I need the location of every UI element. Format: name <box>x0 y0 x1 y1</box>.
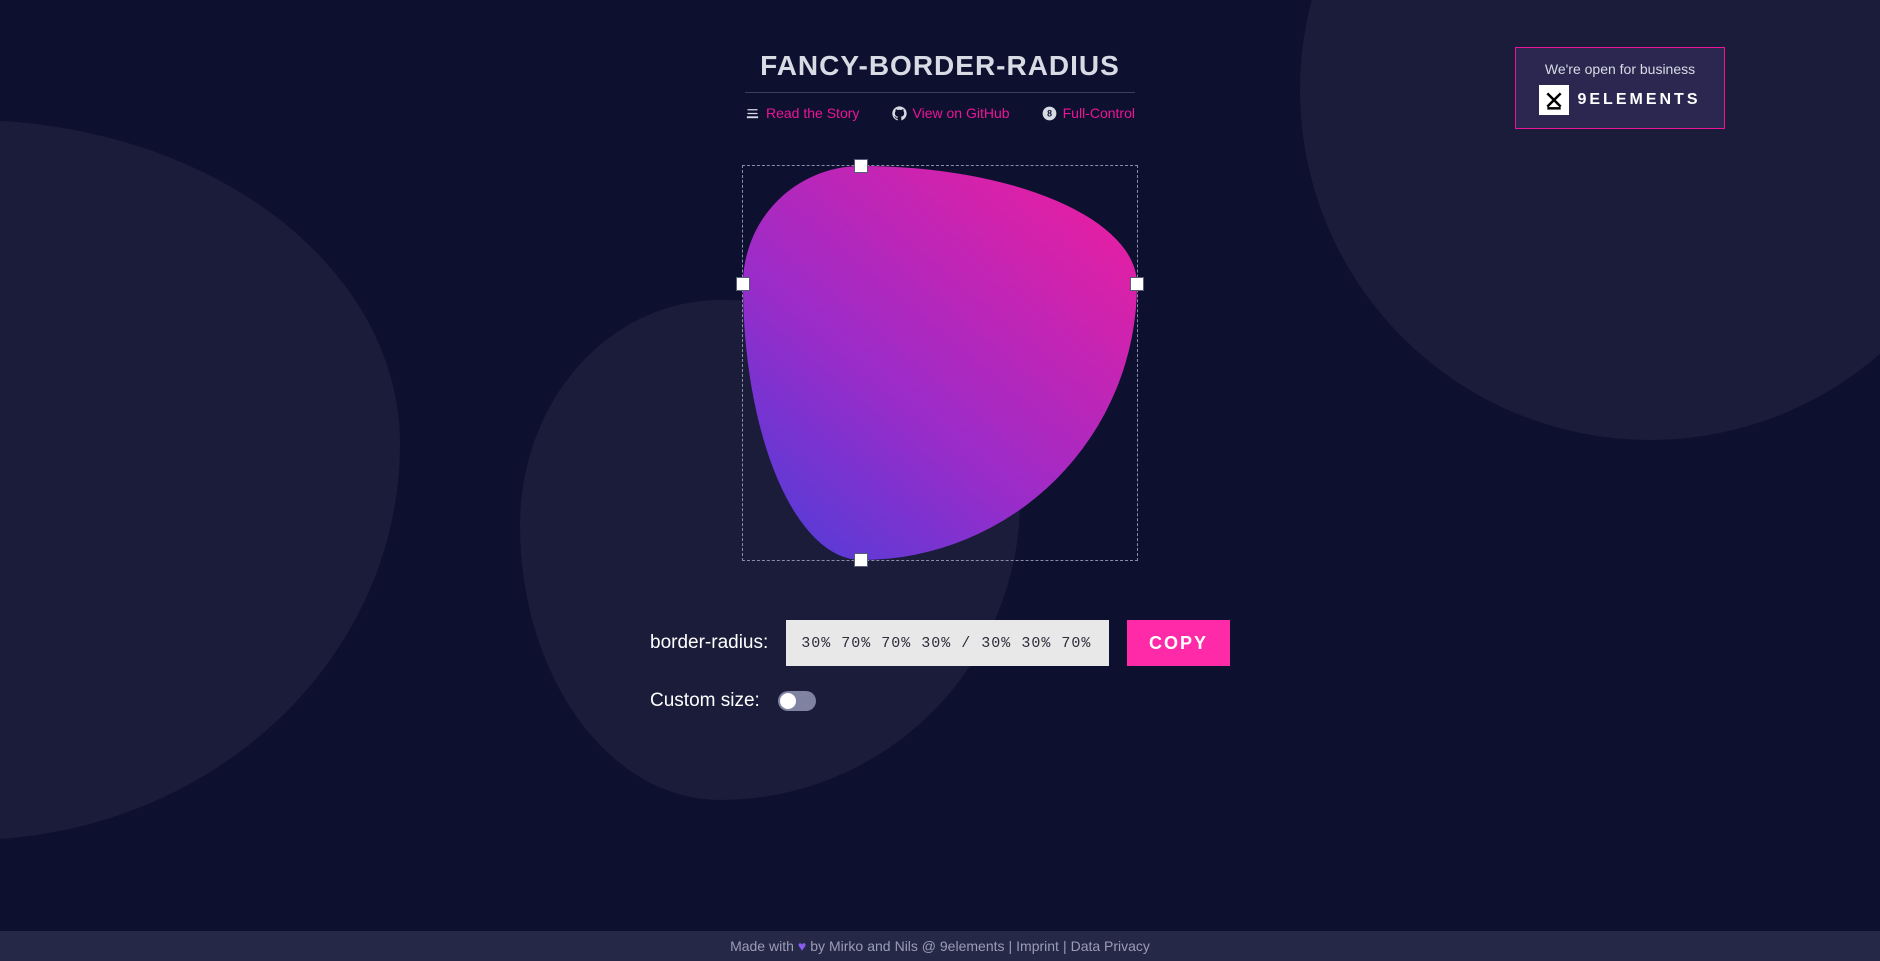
business-callout[interactable]: We're open for business 9ELEMENTS <box>1515 47 1725 129</box>
footer-sep2: | <box>1063 938 1067 954</box>
header-divider <box>745 92 1135 93</box>
heart-icon: ♥ <box>798 938 806 954</box>
nav-link-full-control[interactable]: 8 Full-Control <box>1042 105 1135 121</box>
page-title: FANCY-BORDER-RADIUS <box>745 50 1135 82</box>
header-nav: Read the Story View on GitHub 8 Full-Con… <box>745 105 1135 121</box>
radius-value-input[interactable] <box>786 620 1109 666</box>
shape-editor <box>742 165 1138 561</box>
drag-handle-right[interactable] <box>1130 277 1144 291</box>
radius-label: border-radius: <box>650 632 768 654</box>
footer-sep: | <box>1009 938 1013 954</box>
nav-link-read-story[interactable]: Read the Story <box>745 105 859 121</box>
radius-row: border-radius: COPY <box>650 620 1230 666</box>
custom-size-toggle[interactable] <box>778 691 816 711</box>
github-icon <box>892 106 907 121</box>
toggle-knob <box>780 693 796 709</box>
custom-size-row: Custom size: <box>650 690 1230 712</box>
custom-size-label: Custom size: <box>650 690 760 712</box>
drag-handle-bottom[interactable] <box>854 553 868 567</box>
nav-link-label: Full-Control <box>1063 105 1135 121</box>
footer-by: by <box>810 938 825 954</box>
header: FANCY-BORDER-RADIUS Read the Story View … <box>745 50 1135 121</box>
eight-icon: 8 <box>1042 106 1057 121</box>
footer-privacy[interactable]: Data Privacy <box>1071 938 1150 954</box>
footer-author-nils[interactable]: Nils @ 9elements <box>895 938 1005 954</box>
read-icon <box>745 106 760 121</box>
svg-text:8: 8 <box>1047 108 1052 118</box>
nav-link-github[interactable]: View on GitHub <box>892 105 1010 121</box>
shape-preview <box>743 166 1137 560</box>
controls-panel: border-radius: COPY Custom size: <box>650 620 1230 736</box>
footer-author-mirko[interactable]: Mirko <box>829 938 863 954</box>
nav-link-label: View on GitHub <box>913 105 1010 121</box>
footer-and: and <box>867 938 890 954</box>
footer: Made with ♥ by Mirko and Nils @ 9element… <box>0 931 1880 961</box>
nine-elements-logo-icon <box>1539 85 1569 115</box>
copy-button[interactable]: COPY <box>1127 620 1230 666</box>
callout-brand: 9ELEMENTS <box>1577 91 1700 109</box>
footer-imprint[interactable]: Imprint <box>1016 938 1059 954</box>
nav-link-label: Read the Story <box>766 105 859 121</box>
bg-blob-left <box>0 120 400 840</box>
footer-prefix: Made with <box>730 938 794 954</box>
callout-text: We're open for business <box>1545 61 1695 77</box>
drag-handle-left[interactable] <box>736 277 750 291</box>
drag-handle-top[interactable] <box>854 159 868 173</box>
editor-bounding-box <box>742 165 1138 561</box>
callout-logo: 9ELEMENTS <box>1539 85 1700 115</box>
